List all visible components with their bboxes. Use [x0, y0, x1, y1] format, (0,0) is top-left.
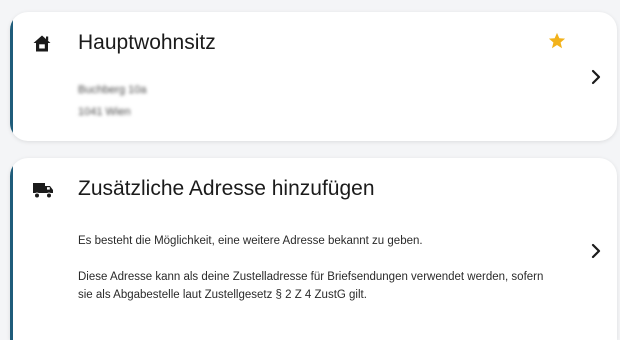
add-address-description-1: Es besteht die Möglichkeit, eine weitere…	[78, 235, 423, 247]
add-address-description-2: Diese Adresse kann als deine Zustelladre…	[78, 271, 544, 301]
chevron-right-icon[interactable]	[589, 68, 603, 86]
star-icon[interactable]	[548, 32, 566, 50]
street-line: Buchberg 10a	[78, 84, 147, 96]
truck-icon	[33, 183, 53, 199]
home-icon	[33, 35, 51, 52]
city-line: 1041 Wien	[78, 106, 131, 118]
main-address-card[interactable]: Hauptwohnsitz Buchberg 10a 1041 Wien	[10, 12, 617, 141]
add-address-title: Zusätzliche Adresse hinzufügen	[78, 177, 375, 200]
main-address-title: Hauptwohnsitz	[78, 31, 216, 54]
add-address-card[interactable]: Zusätzliche Adresse hinzufügen Es besteh…	[10, 158, 617, 340]
chevron-right-icon[interactable]	[589, 242, 603, 260]
